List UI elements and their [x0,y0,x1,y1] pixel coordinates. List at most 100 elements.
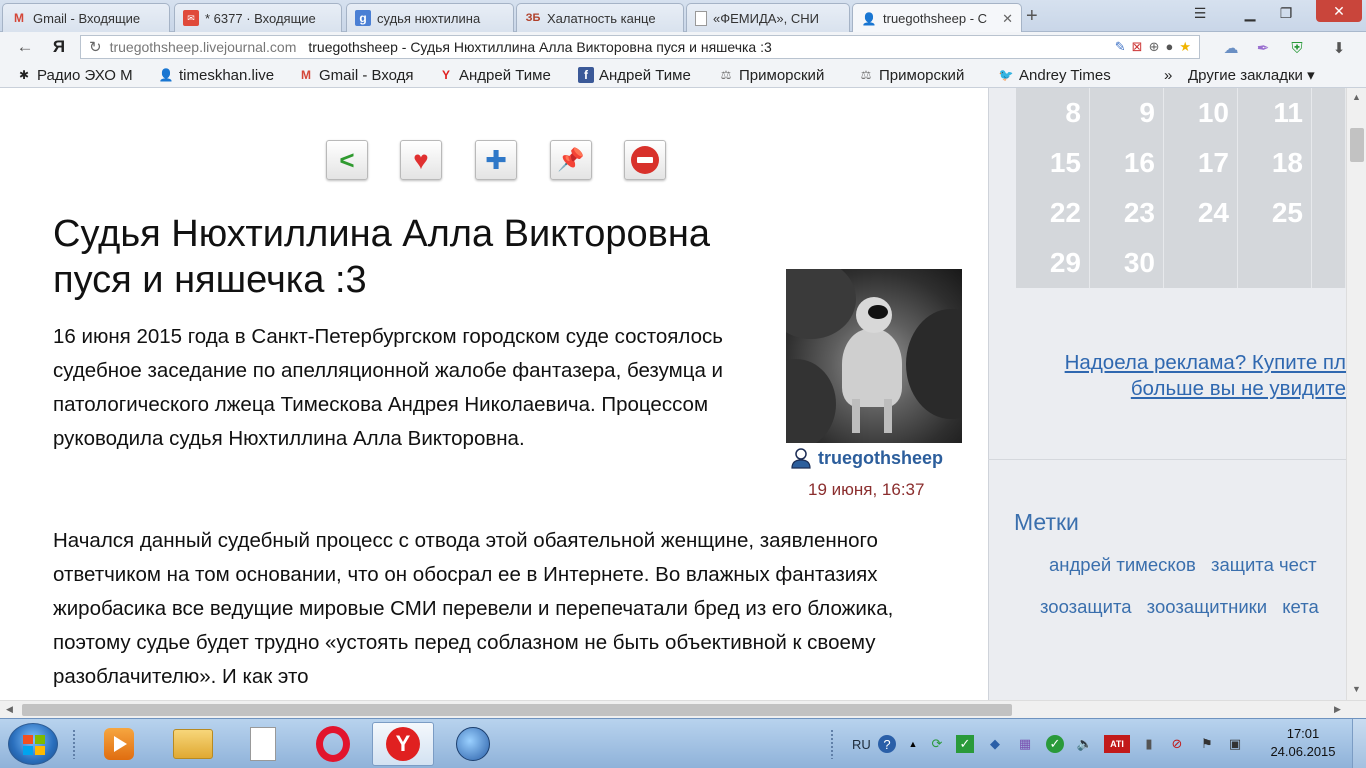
reload-icon[interactable]: ↻ [89,38,102,56]
calendar-day[interactable]: 29 [1016,238,1090,288]
bookmark-item[interactable]: f Андрей Тиме [578,65,706,85]
flag-icon[interactable]: ⚑ [1198,735,1216,753]
calendar-day[interactable]: 10 [1164,88,1238,138]
chart-icon[interactable]: ▦ [1016,735,1034,753]
tray-expand-icon[interactable]: ▲ [904,735,922,753]
check-icon[interactable]: ✓ [956,735,974,753]
taskbar-notepad[interactable] [232,722,294,766]
livejournal-user-icon: 👤 [158,68,174,82]
add-button[interactable]: ✚ [475,140,517,180]
bookmark-item[interactable]: ⚖ Приморский [858,65,984,85]
bookmark-item[interactable]: M Gmail - Входя [298,65,426,85]
calendar-day[interactable]: 17 [1164,138,1238,188]
taskbar-explorer[interactable] [162,722,224,766]
pin-button[interactable]: 📌 [550,140,592,180]
close-window-button[interactable]: ✕ [1316,0,1362,22]
tab-gmail[interactable]: M Gmail - Входящие [2,3,170,32]
start-button[interactable] [8,723,58,765]
taskbar-yandex-browser[interactable]: Y [372,722,434,766]
calendar-day[interactable]: 23 [1090,188,1164,238]
taskbar-opera[interactable] [302,722,364,766]
post-column: < ♥ ✚ 📌 Судья Нюхтиллина Алла Викторовна… [0,88,988,700]
calendar-day[interactable]: 22 [1016,188,1090,238]
language-indicator[interactable]: RU [852,719,871,768]
post-date[interactable]: 19 июня, 16:37 [808,480,924,500]
skype-icon[interactable]: ◆ [986,735,1004,753]
calendar-day[interactable]: 15 [1016,138,1090,188]
cloud-icon[interactable]: ☁ [1220,38,1242,58]
tag-link[interactable]: андрей тимесков [1049,554,1196,575]
close-tab-icon[interactable]: ✕ [1002,11,1013,27]
tab-zb[interactable]: ЗБ Халатность канце [516,3,684,32]
calendar-day[interactable]: 11 [1238,88,1312,138]
favorite-button[interactable]: ♥ [400,140,442,180]
horizontal-scrollbar[interactable]: ◀ ▶ [0,700,1366,718]
scroll-down-icon[interactable]: ▼ [1352,684,1361,694]
taskbar-media-player[interactable] [88,722,150,766]
help-icon[interactable]: ? [878,735,896,753]
yandex-logo-icon[interactable]: Я [48,36,70,58]
calendar-day[interactable]: 16 [1090,138,1164,188]
bookmarks-overflow-button[interactable]: » [1164,65,1172,85]
tab-femida[interactable]: «ФЕМИДА», СНИ [686,3,850,32]
feather-icon[interactable]: ✒ [1252,38,1274,58]
bookmark-item[interactable]: ⚖ Приморский [718,65,844,85]
blocked-icon[interactable]: ⊠ [1132,39,1143,55]
volume-icon[interactable]: 🔈 [1076,735,1094,753]
tab-label: * 6377 · Входящие [205,10,316,26]
shield-icon[interactable]: ⛨ [1286,38,1308,58]
system-clock[interactable]: 17:01 24.06.2015 [1266,725,1340,761]
taskbar-network-app[interactable] [442,722,504,766]
author-link[interactable]: truegothsheep [790,447,943,469]
windows-logo-icon [23,735,45,755]
sync-icon[interactable]: ⟳ [928,735,946,753]
tab-search[interactable]: g судья нюхтилина [346,3,514,32]
search-icon: g [355,10,371,26]
update-check-icon[interactable]: ✓ [1046,735,1064,753]
bookmark-label: Андрей Тиме [459,66,551,84]
bookmark-item[interactable]: 🐦 Andrey Times [998,65,1126,85]
calendar-day[interactable]: 25 [1238,188,1312,238]
tag-link[interactable]: зоозащита [1040,596,1132,617]
tag-link[interactable]: защита чест [1211,554,1317,575]
tag-link[interactable]: зоозащитники [1147,596,1267,617]
scroll-up-icon[interactable]: ▲ [1352,92,1361,102]
minimize-button[interactable]: ▁ [1236,2,1264,24]
star-icon[interactable]: ★ [1179,39,1191,55]
bulb-icon[interactable]: ● [1165,39,1173,55]
scroll-left-icon[interactable]: ◀ [6,704,13,715]
remove-ads-link[interactable]: Надоела реклама? Купите пл больше вы не … [1030,350,1346,402]
calendar-day[interactable]: 30 [1090,238,1164,288]
other-bookmarks-button[interactable]: Другие закладки ▾ [1188,65,1315,85]
delete-button[interactable] [624,140,666,180]
author-userpic[interactable] [786,269,962,443]
new-tab-button[interactable]: + [1026,5,1038,28]
back-entry-button[interactable]: < [326,140,368,180]
no-network-icon[interactable]: ⊘ [1168,735,1186,753]
scroll-right-icon[interactable]: ▶ [1334,704,1341,715]
calendar-day[interactable]: 9 [1090,88,1164,138]
bookmark-item[interactable]: Y Андрей Тиме [438,65,566,85]
ati-icon[interactable]: ATI [1104,735,1130,753]
tab-mail[interactable]: ✉ * 6377 · Входящие [174,3,342,32]
calendar-day[interactable]: 8 [1016,88,1090,138]
address-bar[interactable]: ↻ truegothsheep.livejournal.com truegoth… [80,35,1200,59]
brush-icon[interactable]: ✎ [1115,39,1126,55]
tab-truegothsheep[interactable]: 👤 truegothsheep - С ✕ [852,3,1022,33]
tag-link[interactable]: кета [1282,596,1319,617]
back-button[interactable]: ← [14,36,36,58]
calendar-day[interactable]: 24 [1164,188,1238,238]
download-icon[interactable]: ⬇ [1328,38,1350,58]
scrollbar-thumb[interactable] [1350,128,1364,162]
calendar-day[interactable]: 18 [1238,138,1312,188]
zoom-icon[interactable]: ⊕ [1149,39,1160,55]
scrollbar-thumb[interactable] [22,704,1012,716]
menu-icon[interactable]: ☰ [1186,2,1214,24]
vertical-scrollbar[interactable]: ▲ ▼ [1346,88,1366,700]
network-icon[interactable]: ▣ [1226,735,1244,753]
restore-button[interactable]: ❐ [1272,2,1300,24]
bookmark-item[interactable]: ✱ Радио ЭХО М [16,65,146,85]
show-desktop-button[interactable] [1352,719,1366,768]
battery-icon[interactable]: ▮ [1140,735,1158,753]
bookmark-item[interactable]: 👤 timeskhan.live [158,65,286,85]
